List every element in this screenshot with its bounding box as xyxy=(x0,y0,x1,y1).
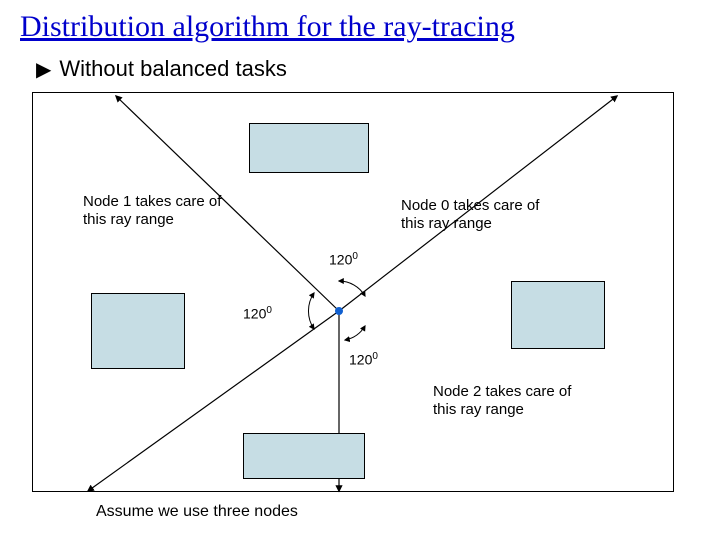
bullet-arrow-icon: ▶ xyxy=(36,57,51,82)
label-node2: Node 2 takes care of this ray range xyxy=(433,383,571,419)
bullet-text: Without balanced tasks xyxy=(59,56,286,82)
obstacle-left xyxy=(91,293,185,369)
angle-sup-left: 0 xyxy=(266,305,272,316)
angle-value-bottom: 120 xyxy=(349,352,372,368)
angle-value-top: 120 xyxy=(329,252,352,268)
label-node0: Node 0 takes care of this ray range xyxy=(401,197,539,233)
angle-label-left: 1200 xyxy=(243,305,272,322)
label-node1-line1: Node 1 takes care of xyxy=(83,193,221,210)
page-title: Distribution algorithm for the ray-traci… xyxy=(20,10,515,44)
obstacle-right xyxy=(511,281,605,349)
label-node1: Node 1 takes care of this ray range xyxy=(83,193,221,229)
label-node0-line1: Node 0 takes care of xyxy=(401,197,539,214)
obstacle-bottom xyxy=(243,433,365,479)
angle-label-top: 1200 xyxy=(329,251,358,268)
angle-sup-bottom: 0 xyxy=(372,351,378,362)
label-node0-line2: this ray range xyxy=(401,215,492,232)
angle-value-left: 120 xyxy=(243,306,266,322)
diagram-container: Node 1 takes care of this ray range Node… xyxy=(32,92,674,492)
obstacle-top xyxy=(249,123,369,173)
label-node1-line2: this ray range xyxy=(83,211,174,228)
label-node2-line1: Node 2 takes care of xyxy=(433,383,571,400)
label-node2-line2: this ray range xyxy=(433,401,524,418)
angle-label-bottom: 1200 xyxy=(349,351,378,368)
bullet-row: ▶ Without balanced tasks xyxy=(36,56,287,82)
caption: Assume we use three nodes xyxy=(96,503,298,521)
angle-sup-top: 0 xyxy=(352,251,358,262)
